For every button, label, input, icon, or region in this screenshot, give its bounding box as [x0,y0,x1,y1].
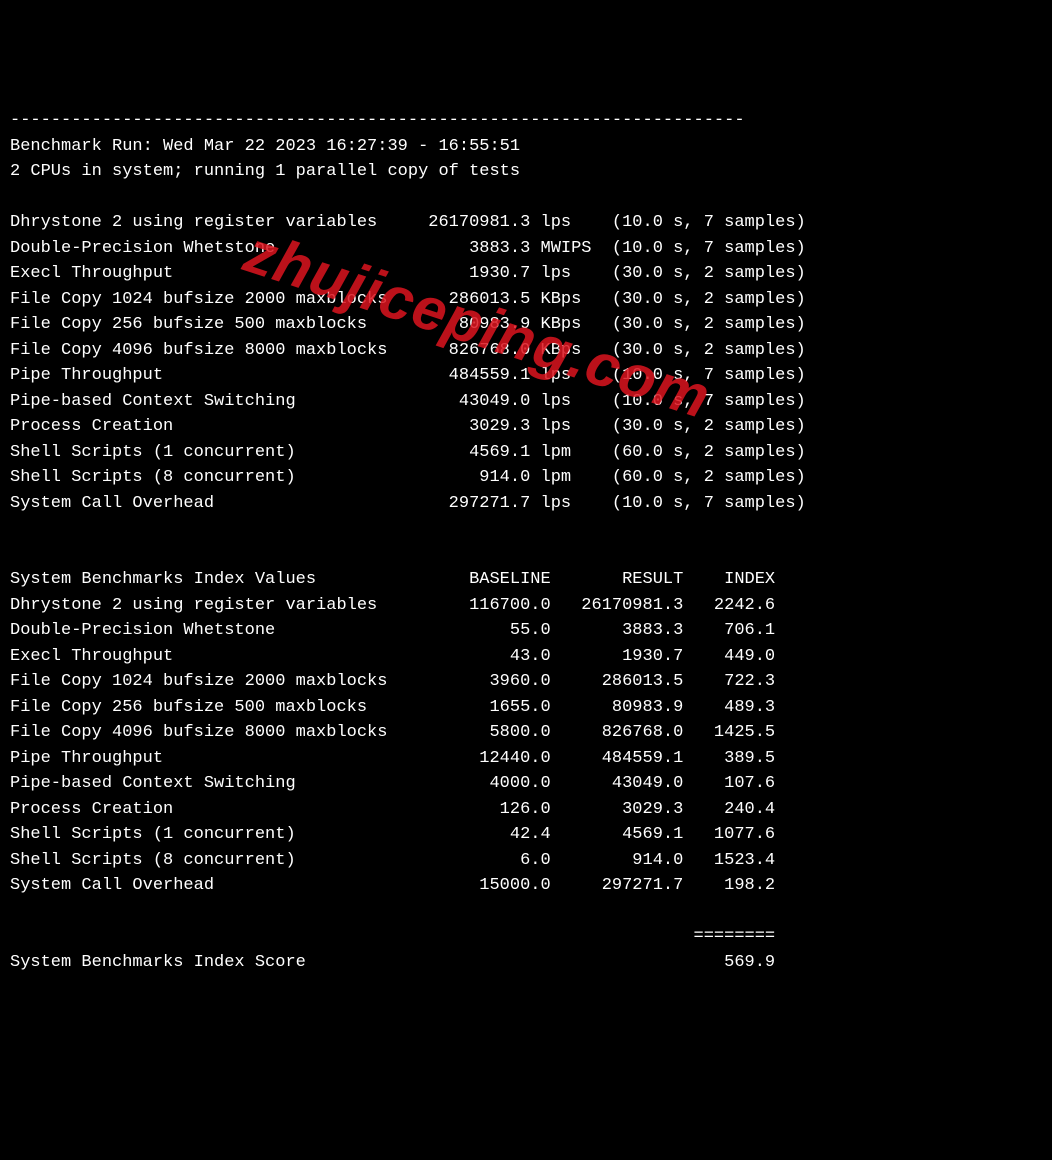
index-values-block: System Benchmarks Index Values BASELINE … [10,567,1042,899]
separator-line: ----------------------------------------… [10,111,745,130]
score-line: System Benchmarks Index Score 569.9 [10,950,1042,976]
score-separator: ======== [10,927,775,946]
cpu-info-line: 2 CPUs in system; running 1 parallel cop… [10,162,520,181]
test-results-block: Dhrystone 2 using register variables 261… [10,210,1042,516]
benchmark-run-line: Benchmark Run: Wed Mar 22 2023 16:27:39 … [10,137,520,156]
